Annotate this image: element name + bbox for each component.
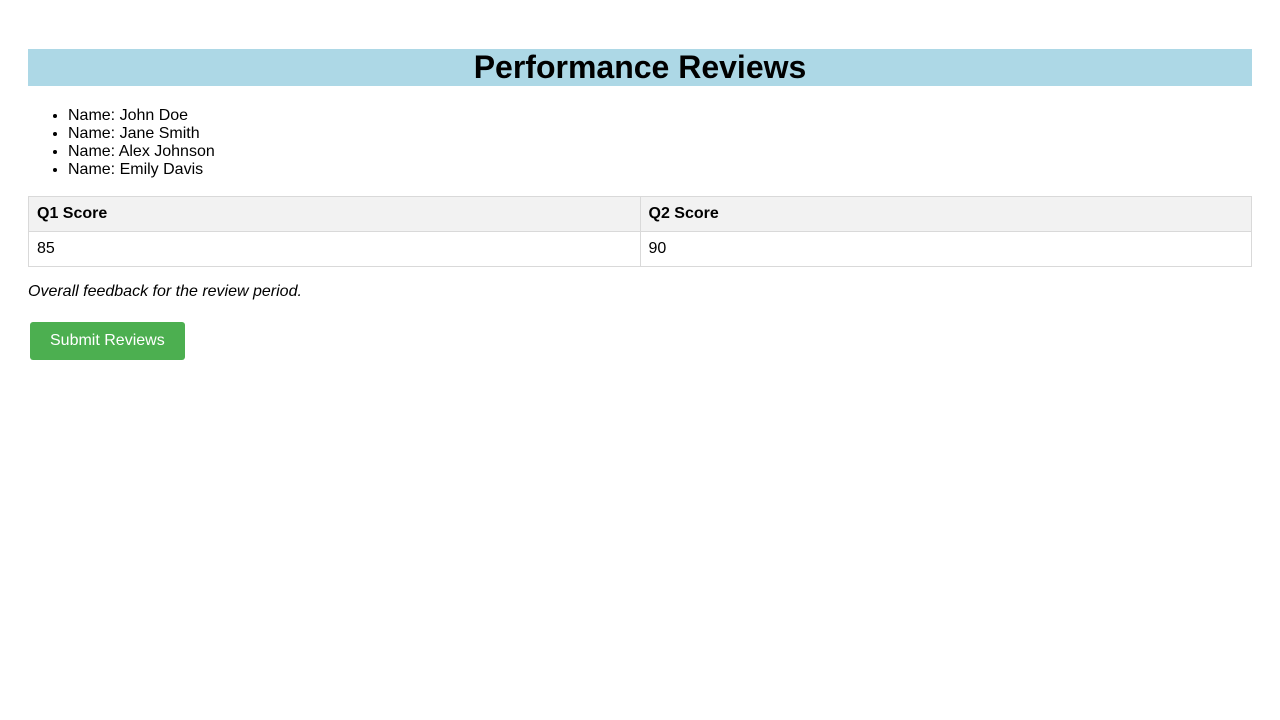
list-item: Name: Emily Davis (68, 161, 1252, 179)
page-container: Performance Reviews Name: John Doe Name:… (0, 0, 1280, 360)
scores-table: Q1 Score Q2 Score 85 90 (28, 196, 1252, 267)
employee-list: Name: John Doe Name: Jane Smith Name: Al… (28, 107, 1252, 179)
title-bar: Performance Reviews (28, 49, 1252, 86)
q1-score-cell: 85 (28, 231, 641, 267)
q2-score-cell: 90 (639, 231, 1252, 267)
table-row: 85 90 (28, 231, 1252, 267)
list-item: Name: Alex Johnson (68, 143, 1252, 161)
list-item: Name: John Doe (68, 107, 1252, 125)
page-title: Performance Reviews (473, 49, 807, 85)
submit-reviews-button[interactable]: Submit Reviews (30, 322, 185, 360)
column-header-q2: Q2 Score (639, 196, 1252, 232)
table-header-row: Q1 Score Q2 Score (28, 196, 1252, 232)
feedback-text: Overall feedback for the review period. (28, 283, 302, 300)
list-item: Name: Jane Smith (68, 125, 1252, 143)
column-header-q1: Q1 Score (28, 196, 641, 232)
